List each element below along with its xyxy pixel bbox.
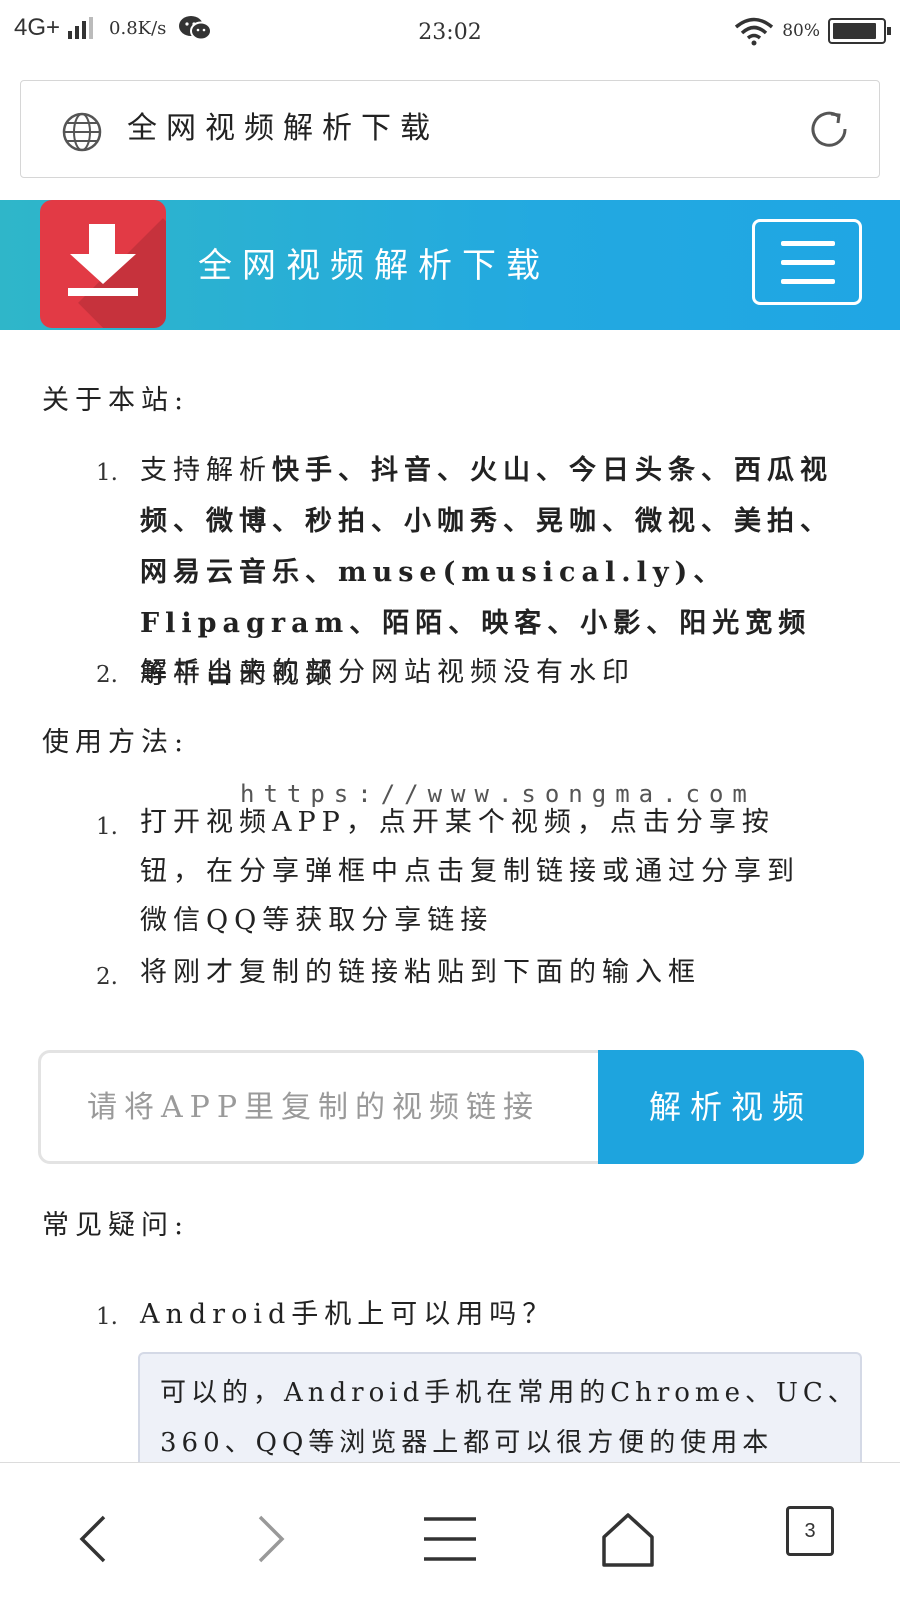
- menu-icon[interactable]: [418, 1507, 482, 1571]
- faq-question-1: Android手机上可以用吗？: [140, 1299, 556, 1330]
- forward-icon[interactable]: [238, 1507, 302, 1571]
- tabs-count-button[interactable]: 3: [786, 1506, 834, 1556]
- about-item-1-prefix: 支持解析: [140, 455, 272, 486]
- reload-icon[interactable]: [805, 105, 853, 153]
- status-right: 80%: [734, 16, 891, 46]
- home-icon[interactable]: [596, 1507, 660, 1571]
- site-title: 全网视频解析下载: [198, 246, 550, 286]
- battery-percent: 80%: [782, 21, 820, 41]
- usage-item-2-number: 2.: [96, 964, 118, 990]
- usage-title: 使用方法:: [42, 727, 190, 758]
- back-icon[interactable]: [62, 1507, 126, 1571]
- usage-item-1: 打开视频APP，点开某个视频，点击分享按钮，在分享弹框中点击复制链接或通过分享到…: [140, 807, 800, 936]
- faq-item-1-number: 1.: [96, 1304, 118, 1330]
- usage-item-1-number: 1.: [96, 814, 118, 840]
- status-bar: 4G+ 0.8K/s 23:02 80%: [0, 0, 900, 66]
- parse-video-button[interactable]: 解析视频: [598, 1050, 864, 1164]
- about-item-2-number: 2.: [96, 662, 118, 688]
- about-item-2: 解析出来的部分网站视频没有水印: [140, 657, 635, 688]
- download-logo-icon[interactable]: [40, 200, 166, 328]
- video-link-input[interactable]: [41, 1053, 599, 1161]
- browser-bottom-nav: [0, 1462, 900, 1600]
- wifi-icon: [735, 17, 774, 46]
- about-item-1-number: 1.: [96, 460, 118, 486]
- usage-item-2: 将刚才复制的链接粘贴到下面的输入框: [140, 957, 701, 988]
- globe-icon: [62, 112, 102, 152]
- hamburger-menu-button[interactable]: [752, 219, 862, 305]
- page-title: 全网视频解析下载: [127, 111, 439, 146]
- battery-icon: [828, 18, 891, 44]
- faq-answer-1: 可以的，Android手机在常用的Chrome、UC、360、QQ等浏览器上都可…: [138, 1352, 862, 1472]
- about-title: 关于本站:: [42, 385, 190, 416]
- address-bar[interactable]: 全网视频解析下载: [20, 80, 880, 178]
- faq-title: 常见疑问:: [42, 1210, 190, 1241]
